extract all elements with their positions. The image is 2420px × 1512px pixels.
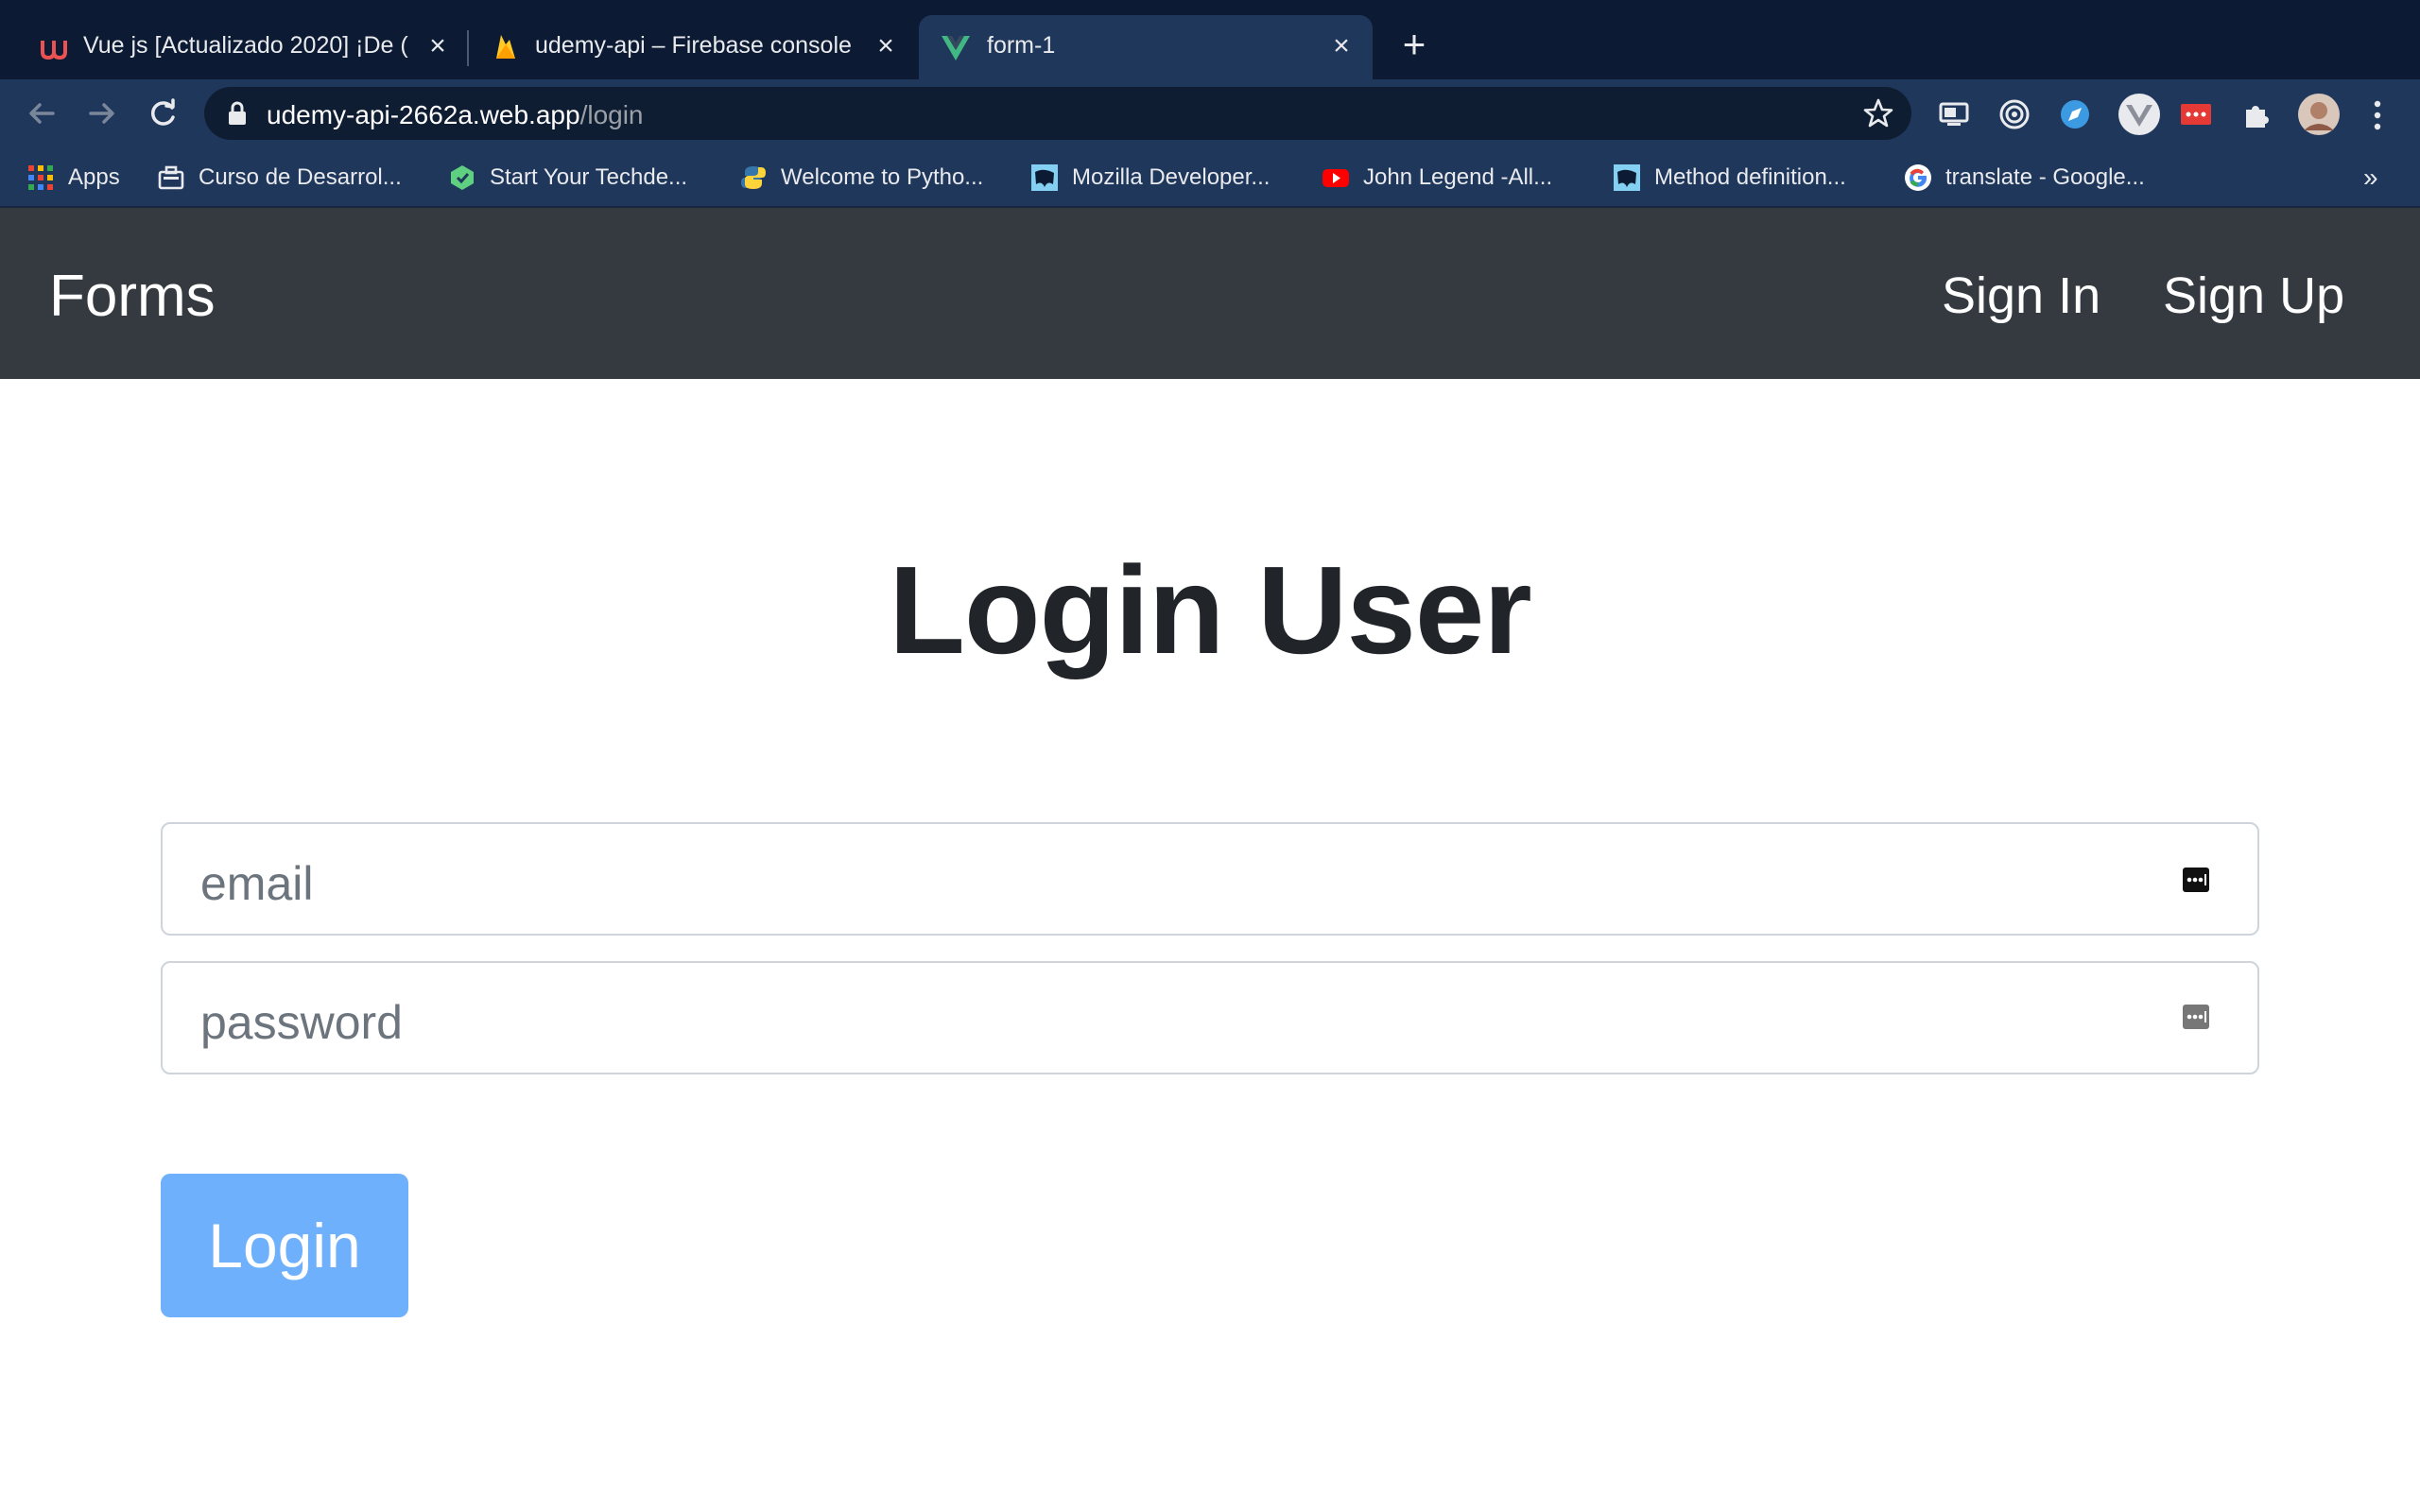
techdegree-icon <box>451 165 474 190</box>
bookmarks-overflow-chevron-icon[interactable]: » <box>2363 163 2378 193</box>
bookmark-label: Apps <box>68 164 120 190</box>
tab-title: form-1 <box>987 32 1056 59</box>
bookmark-python[interactable]: Welcome to Pytho... <box>739 161 983 195</box>
kebab-menu-icon[interactable] <box>2363 96 2392 134</box>
bookmark-youtube[interactable]: John Legend -All... <box>1322 161 1552 195</box>
firebase-icon <box>496 35 515 59</box>
tab-form-1[interactable]: form-1 × <box>919 15 1373 79</box>
briefcase-icon <box>158 165 184 190</box>
tab-title: udemy-api – Firebase console <box>535 32 852 59</box>
url-text: udemy-api-2662a.web.app/login <box>267 100 644 130</box>
email-placeholder: email <box>200 857 314 910</box>
udemy-icon <box>41 41 67 60</box>
screen-extension-icon[interactable] <box>1936 96 1972 132</box>
forward-arrow-icon[interactable] <box>83 94 121 132</box>
bookmark-star-icon[interactable] <box>1862 97 1894 129</box>
compass-extension-icon[interactable] <box>2057 96 2093 132</box>
lock-icon <box>229 101 246 125</box>
site-navbar: Forms Sign In Sign Up <box>0 208 2420 379</box>
bookmark-techdegree[interactable]: Start Your Techde... <box>448 161 687 195</box>
page-title: Login User <box>889 541 1531 679</box>
address-bar[interactable]: udemy-api-2662a.web.app/login <box>204 87 1911 140</box>
nav-link-sign-up[interactable]: Sign Up <box>2163 266 2344 325</box>
google-icon <box>1905 164 1931 191</box>
close-icon[interactable]: × <box>422 30 454 62</box>
youtube-icon <box>1322 169 1349 187</box>
vue-icon <box>942 36 970 60</box>
email-field[interactable]: email <box>161 822 2259 936</box>
bookmark-method-definitions[interactable]: Method definition... <box>1613 161 1846 195</box>
bookmark-google-translate[interactable]: translate - Google... <box>1904 161 2145 195</box>
browser-tabstrip: Vue js [Actualizado 2020] ¡De ( × udemy-… <box>0 0 2420 79</box>
url-path: /login <box>579 100 644 129</box>
tab-title: Vue js [Actualizado 2020] ¡De ( <box>83 32 408 59</box>
nav-link-sign-in[interactable]: Sign In <box>1942 266 2100 325</box>
mdn-icon <box>1614 164 1640 191</box>
python-icon <box>741 166 766 189</box>
password-placeholder: password <box>200 996 403 1049</box>
url-host: udemy-api-2662a.web.app <box>267 100 580 129</box>
password-manager-key-icon[interactable] <box>2182 866 2210 894</box>
back-arrow-icon[interactable] <box>23 94 60 132</box>
bookmark-mdn[interactable]: Mozilla Developer... <box>1030 161 1270 195</box>
password-field[interactable]: password <box>161 961 2259 1074</box>
close-icon[interactable]: × <box>870 30 902 62</box>
bookmark-apps[interactable]: Apps <box>26 161 120 195</box>
bookmark-label: Welcome to Pytho... <box>781 164 984 190</box>
vue-devtools-icon[interactable] <box>2118 93 2161 136</box>
new-tab-icon[interactable]: + <box>1395 25 1433 64</box>
navbar-brand[interactable]: Forms <box>49 263 216 330</box>
reload-icon[interactable] <box>144 94 182 132</box>
profile-avatar-icon[interactable] <box>2297 93 2341 136</box>
puzzle-extensions-icon[interactable] <box>2238 96 2274 132</box>
bookmark-curso[interactable]: Curso de Desarrol... <box>157 161 402 195</box>
bookmark-label: Method definition... <box>1654 164 1846 190</box>
tab-udemy-course[interactable]: Vue js [Actualizado 2020] ¡De ( × <box>0 15 463 79</box>
target-extension-icon[interactable] <box>1996 96 2032 132</box>
bookmark-label: Start Your Techde... <box>490 164 688 190</box>
password-manager-key-icon[interactable] <box>2182 1003 2210 1031</box>
mdn-icon <box>1031 164 1058 191</box>
apps-grid-icon <box>28 165 53 190</box>
tab-firebase-console[interactable]: udemy-api – Firebase console × <box>452 15 915 79</box>
bookmarks-bar: Apps Curso de Desarrol... Start Your Tec… <box>0 147 2420 208</box>
password-manager-extension-icon[interactable] <box>2178 96 2214 132</box>
bookmark-label: Mozilla Developer... <box>1072 164 1270 190</box>
bookmark-label: translate - Google... <box>1945 164 2145 190</box>
close-icon[interactable]: × <box>1325 30 1357 62</box>
bookmark-label: Curso de Desarrol... <box>199 164 402 190</box>
bookmark-label: John Legend -All... <box>1363 164 1553 190</box>
login-button[interactable]: Login <box>161 1174 408 1317</box>
